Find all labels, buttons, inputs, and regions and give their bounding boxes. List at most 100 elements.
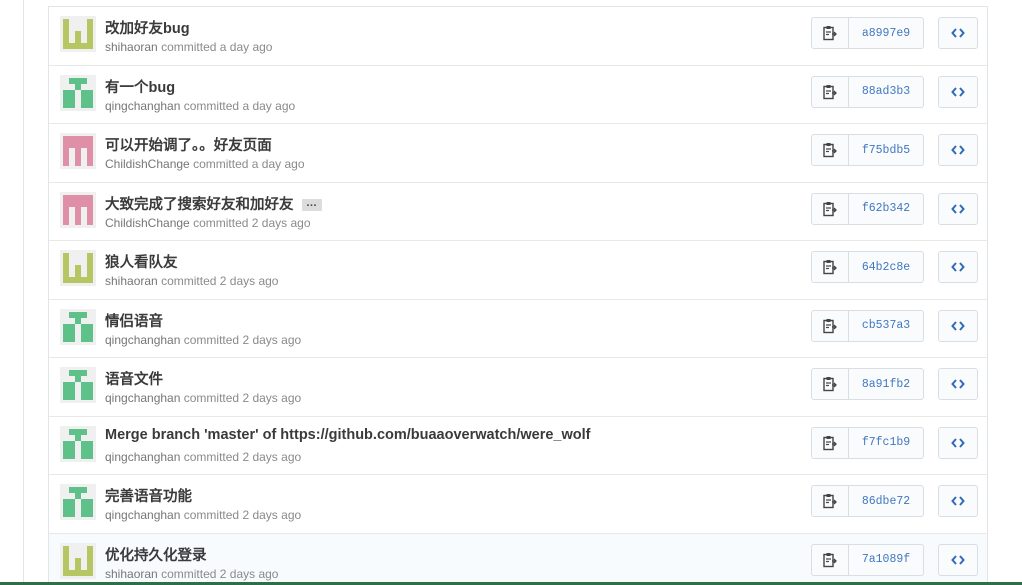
commit-title[interactable]: 情侣语音 bbox=[105, 310, 163, 331]
commit-title[interactable]: 优化持久化登录 bbox=[105, 544, 207, 565]
avatar-pixel bbox=[87, 101, 93, 108]
code-icon bbox=[951, 203, 965, 215]
copy-sha-button[interactable] bbox=[811, 192, 849, 225]
avatar-pixel bbox=[87, 452, 93, 459]
commit-message[interactable]: 大致完成了搜索好友和加好友 bbox=[105, 197, 294, 213]
committed-label: committed bbox=[183, 449, 240, 464]
copy-sha-button[interactable] bbox=[811, 543, 849, 576]
commit-author[interactable]: qingchanghan bbox=[105, 508, 180, 522]
commit-author[interactable]: shihaoran bbox=[105, 40, 158, 54]
avatar-pixel bbox=[69, 101, 75, 108]
sha-button-group: 7a1089f bbox=[811, 543, 924, 576]
copy-sha-button[interactable] bbox=[811, 134, 849, 166]
commit-sha-link[interactable]: cb537a3 bbox=[849, 309, 924, 342]
avatar[interactable] bbox=[60, 425, 96, 462]
commit-sha-link[interactable]: 7a1089f bbox=[849, 543, 924, 576]
avatar[interactable] bbox=[60, 367, 96, 403]
copy-sha-button[interactable] bbox=[811, 75, 849, 108]
avatar[interactable] bbox=[60, 74, 96, 111]
browse-repo-button[interactable] bbox=[938, 134, 978, 166]
commit-author[interactable]: ChildishChange bbox=[105, 157, 190, 171]
browse-repo-button[interactable] bbox=[938, 426, 978, 459]
commit-message[interactable]: 狼人看队友 bbox=[105, 255, 178, 271]
browse-repo-button[interactable] bbox=[938, 251, 978, 283]
avatar-pixel bbox=[69, 569, 75, 576]
browse-repo-button[interactable] bbox=[938, 309, 978, 342]
browse-repo-button[interactable] bbox=[938, 75, 978, 108]
commit-time: a day ago bbox=[242, 98, 296, 113]
commit-author[interactable]: shihaoran bbox=[105, 274, 158, 288]
commit-sha-link[interactable]: 8a91fb2 bbox=[849, 368, 924, 400]
clippy-icon bbox=[823, 376, 837, 392]
avatar-pixel bbox=[81, 77, 87, 84]
commit-title[interactable]: 可以开始调了。。好友页面 bbox=[105, 134, 272, 155]
commit-author[interactable]: qingchanghan bbox=[105, 450, 180, 464]
browse-repo-button[interactable] bbox=[938, 543, 978, 576]
commit-message[interactable]: 有一个bug bbox=[105, 80, 175, 96]
commit-row: 优化持久化登录 shihaoran committed 2 days ago 7… bbox=[49, 533, 987, 585]
commit-title[interactable]: 有一个bug bbox=[105, 76, 175, 97]
avatar[interactable] bbox=[60, 484, 96, 520]
commit-sha-link[interactable]: f62b342 bbox=[849, 192, 924, 225]
commit-message[interactable]: 优化持久化登录 bbox=[105, 548, 207, 564]
code-icon bbox=[951, 144, 965, 156]
copy-sha-button[interactable] bbox=[811, 251, 849, 283]
commit-author[interactable]: ChildishChange bbox=[105, 216, 190, 230]
avatar[interactable] bbox=[60, 250, 96, 286]
commit-message[interactable]: 语音文件 bbox=[105, 372, 163, 388]
commit-title[interactable]: 大致完成了搜索好友和加好友 … bbox=[105, 193, 322, 214]
commit-title[interactable]: 狼人看队友 bbox=[105, 251, 178, 272]
commit-title[interactable]: Merge branch 'master' of https://github.… bbox=[105, 427, 590, 443]
commit-meta: qingchanghan committed 2 days ago bbox=[105, 508, 301, 522]
commit-author[interactable]: qingchanghan bbox=[105, 99, 180, 113]
commit-message[interactable]: 改加好友bug bbox=[105, 21, 190, 37]
browse-repo-button[interactable] bbox=[938, 192, 978, 225]
ellipsis-expander-button[interactable]: … bbox=[301, 197, 322, 211]
browse-repo-button[interactable] bbox=[938, 485, 978, 517]
commit-time: 2 days ago bbox=[242, 449, 302, 464]
commit-meta: shihaoran committed 2 days ago bbox=[105, 274, 278, 288]
commit-author[interactable]: qingchanghan bbox=[105, 333, 180, 347]
avatar-pixel bbox=[69, 335, 75, 342]
copy-sha-button[interactable] bbox=[811, 426, 849, 459]
commit-title[interactable]: 完善语音功能 bbox=[105, 485, 192, 506]
commit-message[interactable]: 情侣语音 bbox=[105, 314, 163, 330]
avatar[interactable] bbox=[60, 191, 96, 228]
commit-author[interactable]: shihaoran bbox=[105, 567, 158, 581]
code-icon bbox=[951, 495, 965, 507]
commit-title[interactable]: 改加好友bug bbox=[105, 17, 190, 38]
avatar[interactable] bbox=[60, 16, 96, 52]
copy-sha-button[interactable] bbox=[811, 309, 849, 342]
commit-message[interactable]: Merge branch 'master' of https://github.… bbox=[105, 427, 590, 443]
sha-button-group: 86dbe72 bbox=[811, 485, 924, 517]
avatar-pixel bbox=[81, 370, 87, 376]
avatar[interactable] bbox=[60, 542, 96, 579]
commit-row: Merge branch 'master' of https://github.… bbox=[49, 416, 987, 475]
avatar[interactable] bbox=[60, 308, 96, 345]
commit-sha-link[interactable]: f75bdb5 bbox=[849, 134, 924, 166]
browse-repo-button[interactable] bbox=[938, 17, 978, 49]
avatar[interactable] bbox=[60, 133, 96, 169]
sha-button-group: f62b342 bbox=[811, 192, 924, 225]
commit-sha-link[interactable]: 88ad3b3 bbox=[849, 75, 924, 108]
commit-sha-link[interactable]: f7fc1b9 bbox=[849, 426, 924, 459]
commit-time: a day ago bbox=[219, 40, 273, 54]
commit-message[interactable]: 可以开始调了。。好友页面 bbox=[105, 138, 272, 154]
commit-row: 狼人看队友 shihaoran committed 2 days ago 64b… bbox=[49, 241, 987, 300]
browse-repo-button[interactable] bbox=[938, 368, 978, 400]
copy-sha-button[interactable] bbox=[811, 485, 849, 517]
avatar-pixel bbox=[87, 277, 93, 283]
copy-sha-button[interactable] bbox=[811, 17, 849, 49]
committed-label: committed bbox=[161, 274, 217, 288]
commit-title[interactable]: 语音文件 bbox=[105, 368, 163, 389]
commit-sha-link[interactable]: a8997e9 bbox=[849, 17, 924, 49]
commit-sha-link[interactable]: 64b2c8e bbox=[849, 251, 924, 283]
commit-author[interactable]: qingchanghan bbox=[105, 391, 180, 405]
commit-message[interactable]: 完善语音功能 bbox=[105, 489, 192, 505]
avatar-pixel bbox=[75, 218, 81, 225]
commit-sha-link[interactable]: 86dbe72 bbox=[849, 485, 924, 517]
commit-time: a day ago bbox=[251, 157, 305, 171]
commit-row: 完善语音功能 qingchanghan committed 2 days ago… bbox=[49, 475, 987, 534]
clippy-icon bbox=[823, 201, 837, 217]
copy-sha-button[interactable] bbox=[811, 368, 849, 400]
